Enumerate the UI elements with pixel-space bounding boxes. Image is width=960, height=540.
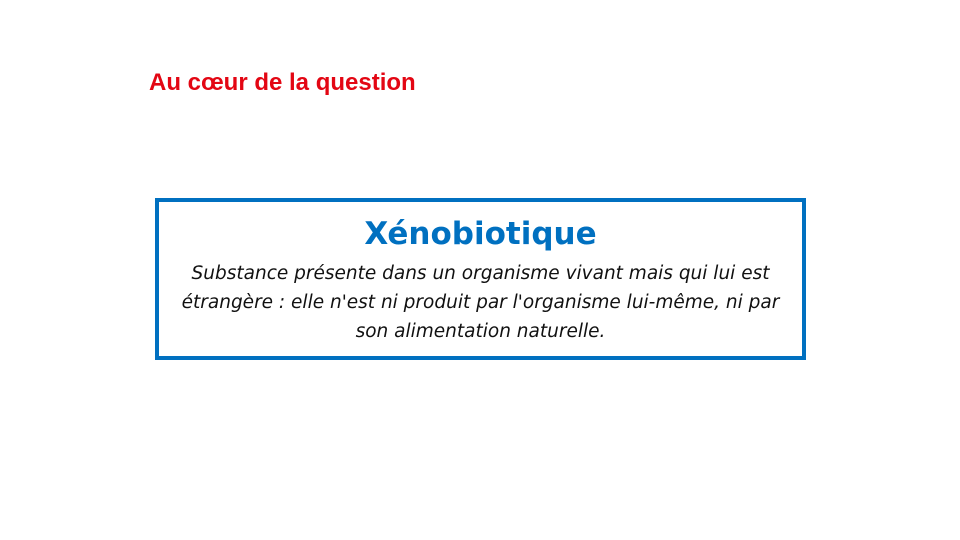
definition-text: Substance présente dans un organisme viv… <box>181 263 780 342</box>
definition-term: Xénobiotique <box>364 216 597 252</box>
slide: Au cœur de la question Xénobiotique Subs… <box>0 0 960 540</box>
section-title: Au cœur de la question <box>149 69 416 96</box>
definition-box: Xénobiotique Substance présente dans un … <box>155 198 806 360</box>
